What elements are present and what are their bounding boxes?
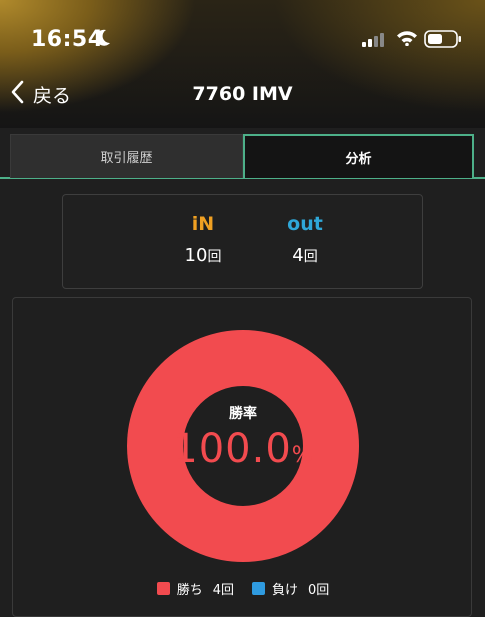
legend-value-loss: 0回	[308, 583, 330, 598]
win-rate-unit: %	[291, 443, 314, 468]
tab-bar: 取引履歴 分析	[0, 134, 485, 180]
win-rate-chart-panel: 勝率 100.0% 勝ち 4回 負け 0回	[12, 297, 472, 617]
cellular-signal-icon	[362, 32, 386, 51]
tab-trade-history[interactable]: 取引履歴	[10, 134, 243, 178]
in-count: 10	[184, 245, 208, 266]
legend-item-loss[interactable]: 負け 0回	[252, 579, 329, 598]
out-count: 4	[292, 245, 304, 266]
win-rate-value-wrap: 100.0%	[13, 426, 473, 472]
in-out-summary: iN 10回 out 4回	[62, 194, 423, 289]
status-time: 16:54	[31, 27, 104, 52]
out-unit: 回	[303, 249, 318, 265]
out-logo: out	[287, 213, 323, 235]
moon-icon	[95, 29, 111, 51]
battery-icon	[424, 30, 462, 52]
in-logo: iN	[191, 213, 215, 235]
chart-legend: 勝ち 4回 負け 0回	[13, 579, 473, 598]
tab-analysis[interactable]: 分析	[243, 134, 474, 178]
in-count-wrap: 10回	[163, 245, 243, 266]
app-header: 16:54 戻る 7760 IMV	[0, 0, 485, 128]
legend-label-loss: 負け	[272, 583, 299, 598]
out-stat: out 4回	[265, 213, 345, 266]
legend-item-win[interactable]: 勝ち 4回	[156, 579, 234, 598]
win-rate-value: 100.0	[172, 426, 292, 472]
status-bar: 16:54	[0, 0, 485, 74]
out-count-wrap: 4回	[265, 245, 345, 266]
page-title: 7760 IMV	[192, 83, 293, 105]
legend-label-win: 勝ち	[176, 583, 203, 598]
legend-value-win: 4回	[212, 583, 234, 598]
legend-swatch-win	[156, 582, 170, 595]
wifi-icon	[396, 30, 418, 50]
in-unit: 回	[207, 249, 222, 265]
win-rate-label: 勝率	[229, 406, 257, 422]
in-stat: iN 10回	[163, 213, 243, 266]
legend-swatch-loss	[252, 582, 265, 595]
